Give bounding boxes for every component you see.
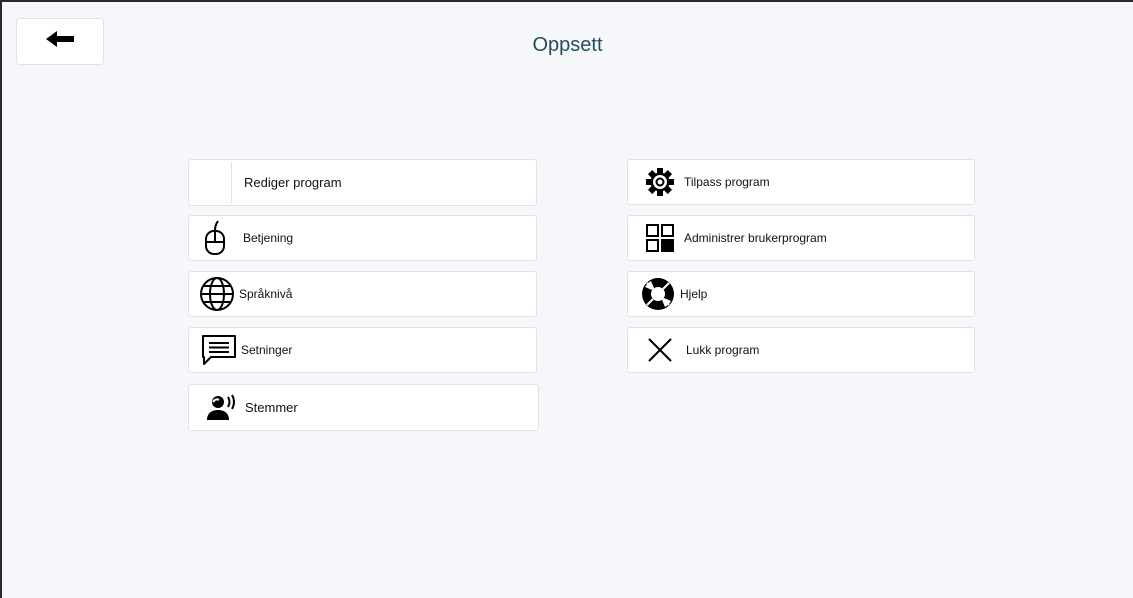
button-divider <box>231 162 232 203</box>
betjening-button[interactable]: Betjening <box>188 215 537 261</box>
grid-icon <box>642 223 678 253</box>
speaking-person-icon <box>201 394 241 422</box>
menu-item-label: Betjening <box>243 231 294 245</box>
administrer-brukerprogram-button[interactable]: Administrer brukerprogram <box>627 215 975 261</box>
menu-item-label: Setninger <box>241 343 293 357</box>
gear-icon <box>642 167 678 197</box>
speech-bubble-icon <box>199 334 239 366</box>
menu-item-label: Språknivå <box>239 287 293 301</box>
lukk-program-button[interactable]: Lukk program <box>627 327 975 373</box>
spraknivaa-button[interactable]: Språknivå <box>188 271 537 317</box>
rediger-program-button[interactable]: Rediger program <box>188 159 537 206</box>
globe-icon <box>197 276 237 312</box>
tilpass-program-button[interactable]: Tilpass program <box>627 159 975 205</box>
setninger-button[interactable]: Setninger <box>188 327 537 373</box>
menu-item-label: Administrer brukerprogram <box>684 231 827 245</box>
page-title: Oppsett <box>532 34 603 56</box>
menu-item-label: Rediger program <box>244 175 342 190</box>
menu-item-label: Lukk program <box>686 343 760 357</box>
menu-item-label: Hjelp <box>680 287 708 301</box>
close-icon <box>642 337 678 363</box>
stemmer-button[interactable]: Stemmer <box>188 384 539 431</box>
menu-item-label: Tilpass program <box>684 175 770 189</box>
hjelp-button[interactable]: Hjelp <box>627 271 975 317</box>
app-window: Oppsett Rediger program Betjening Språkn… <box>0 0 1133 598</box>
lifebuoy-icon <box>638 276 678 312</box>
mouse-icon <box>193 220 237 256</box>
menu-item-label: Stemmer <box>245 400 298 415</box>
